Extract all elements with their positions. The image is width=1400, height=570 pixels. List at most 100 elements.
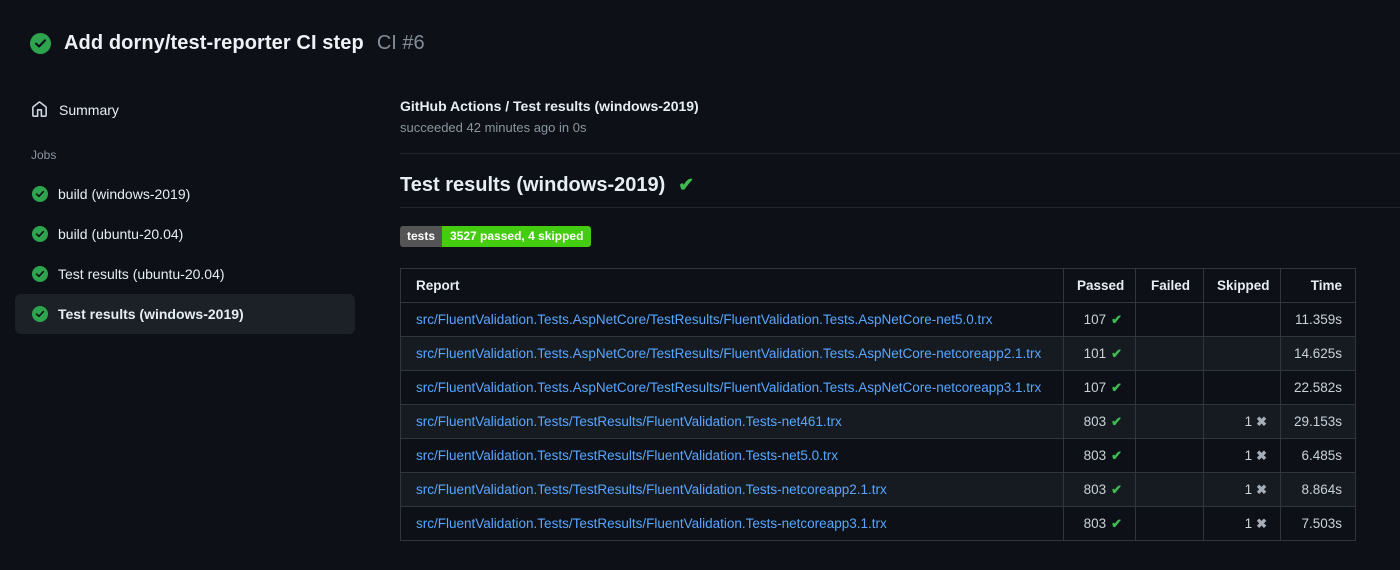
job-label: build (ubuntu-20.04)	[58, 226, 184, 242]
time-cell: 11.359s	[1280, 302, 1356, 337]
table-body: src/FluentValidation.Tests.AspNetCore/Te…	[400, 302, 1356, 541]
report-link[interactable]: src/FluentValidation.Tests/TestResults/F…	[416, 447, 1050, 464]
sidebar-item-summary[interactable]: Summary	[0, 95, 380, 124]
check-icon: ✔	[1111, 380, 1122, 395]
skipped-count: 1	[1244, 482, 1253, 497]
col-header-skipped: Skipped	[1203, 268, 1281, 303]
sidebar-job-item[interactable]: Test results (ubuntu-20.04)	[15, 254, 355, 294]
skipped-cell	[1203, 336, 1281, 371]
time-cell: 22.582s	[1280, 370, 1356, 405]
run-header: Add dorny/test-reporter CI step CI #6	[0, 0, 1400, 57]
passed-count: 803	[1083, 448, 1107, 463]
check-icon: ✔	[1111, 312, 1122, 327]
table-row: src/FluentValidation.Tests/TestResults/F…	[400, 472, 1356, 507]
passed-count: 803	[1083, 482, 1107, 497]
report-cell: src/FluentValidation.Tests/TestResults/F…	[400, 506, 1064, 541]
time-cell: 6.485s	[1280, 438, 1356, 473]
badge-label: tests	[400, 226, 443, 247]
failed-cell	[1135, 302, 1204, 337]
cross-icon: ✖	[1256, 482, 1267, 497]
skipped-cell: 1 ✖	[1203, 472, 1281, 507]
passed-count: 803	[1083, 414, 1107, 429]
divider	[400, 153, 1400, 154]
report-cell: src/FluentValidation.Tests.AspNetCore/Te…	[400, 302, 1064, 337]
home-icon	[31, 101, 48, 118]
check-icon: ✔	[1111, 346, 1122, 361]
failed-cell	[1135, 438, 1204, 473]
job-label: Test results (windows-2019)	[58, 306, 244, 322]
passed-cell: 107 ✔	[1063, 370, 1136, 405]
failed-cell	[1135, 506, 1204, 541]
check-icon: ✔	[1111, 448, 1122, 463]
success-check-icon	[32, 186, 48, 202]
success-check-icon	[30, 33, 51, 54]
table-row: src/FluentValidation.Tests/TestResults/F…	[400, 506, 1356, 541]
failed-cell	[1135, 472, 1204, 507]
passed-cell: 803 ✔	[1063, 506, 1136, 541]
passed-count: 803	[1083, 516, 1107, 531]
results-table: Report Passed Failed Skipped Time src/Fl…	[400, 268, 1356, 541]
time-cell: 29.153s	[1280, 404, 1356, 439]
jobs-section-label: Jobs	[31, 148, 57, 162]
failed-cell	[1135, 404, 1204, 439]
badge-value: 3527 passed, 4 skipped	[442, 226, 592, 247]
sidebar-job-item[interactable]: build (ubuntu-20.04)	[15, 214, 355, 254]
section-heading-text: Test results (windows-2019)	[400, 174, 666, 196]
sidebar-job-item[interactable]: build (windows-2019)	[15, 174, 355, 214]
job-label: Test results (ubuntu-20.04)	[58, 266, 225, 282]
skipped-count: 1	[1244, 516, 1253, 531]
skipped-cell: 1 ✖	[1203, 438, 1281, 473]
col-header-passed: Passed	[1063, 268, 1136, 303]
report-link[interactable]: src/FluentValidation.Tests.AspNetCore/Te…	[416, 379, 1050, 396]
page-title: Add dorny/test-reporter CI step	[64, 32, 364, 54]
job-label: build (windows-2019)	[58, 186, 191, 202]
cross-icon: ✖	[1256, 414, 1267, 429]
time-cell: 8.864s	[1280, 472, 1356, 507]
skipped-cell	[1203, 370, 1281, 405]
job-list: build (windows-2019) build (ubuntu-20.04…	[15, 174, 355, 334]
report-cell: src/FluentValidation.Tests/TestResults/F…	[400, 404, 1064, 439]
check-run-title: GitHub Actions / Test results (windows-2…	[400, 98, 699, 114]
passed-count: 107	[1083, 312, 1107, 327]
main-panel: GitHub Actions / Test results (windows-2…	[380, 57, 1400, 541]
cross-icon: ✖	[1256, 448, 1267, 463]
success-check-icon	[32, 266, 48, 282]
table-row: src/FluentValidation.Tests/TestResults/F…	[400, 404, 1356, 439]
report-link[interactable]: src/FluentValidation.Tests.AspNetCore/Te…	[416, 345, 1050, 362]
passed-cell: 107 ✔	[1063, 302, 1136, 337]
passed-count: 107	[1083, 380, 1107, 395]
content: Summary Jobs build (windows-2019) build …	[0, 57, 1400, 541]
skipped-cell: 1 ✖	[1203, 506, 1281, 541]
report-cell: src/FluentValidation.Tests/TestResults/F…	[400, 438, 1064, 473]
report-link[interactable]: src/FluentValidation.Tests/TestResults/F…	[416, 481, 1050, 498]
cross-icon: ✖	[1256, 516, 1267, 531]
failed-cell	[1135, 336, 1204, 371]
skipped-cell	[1203, 302, 1281, 337]
report-link[interactable]: src/FluentValidation.Tests/TestResults/F…	[416, 413, 1050, 430]
col-header-report: Report	[400, 268, 1064, 303]
table-row: src/FluentValidation.Tests.AspNetCore/Te…	[400, 370, 1356, 405]
report-link[interactable]: src/FluentValidation.Tests/TestResults/F…	[416, 515, 1050, 532]
summary-label: Summary	[59, 101, 119, 118]
check-icon: ✔	[1111, 414, 1122, 429]
failed-cell	[1135, 370, 1204, 405]
passed-cell: 101 ✔	[1063, 336, 1136, 371]
col-header-time: Time	[1280, 268, 1356, 303]
table-row: src/FluentValidation.Tests.AspNetCore/Te…	[400, 302, 1356, 337]
check-icon: ✔	[678, 175, 695, 196]
skipped-count: 1	[1244, 448, 1253, 463]
sidebar-job-item[interactable]: Test results (windows-2019)	[15, 294, 355, 334]
skipped-count: 1	[1244, 414, 1253, 429]
passed-count: 101	[1083, 346, 1107, 361]
report-link[interactable]: src/FluentValidation.Tests.AspNetCore/Te…	[416, 311, 1050, 328]
table-row: src/FluentValidation.Tests.AspNetCore/Te…	[400, 336, 1356, 371]
report-cell: src/FluentValidation.Tests.AspNetCore/Te…	[400, 336, 1064, 371]
passed-cell: 803 ✔	[1063, 438, 1136, 473]
passed-cell: 803 ✔	[1063, 472, 1136, 507]
tests-badge: tests 3527 passed, 4 skipped	[400, 226, 592, 247]
sidebar: Summary Jobs build (windows-2019) build …	[0, 57, 380, 334]
check-icon: ✔	[1111, 482, 1122, 497]
time-cell: 7.503s	[1280, 506, 1356, 541]
report-cell: src/FluentValidation.Tests.AspNetCore/Te…	[400, 370, 1064, 405]
check-icon: ✔	[1111, 516, 1122, 531]
